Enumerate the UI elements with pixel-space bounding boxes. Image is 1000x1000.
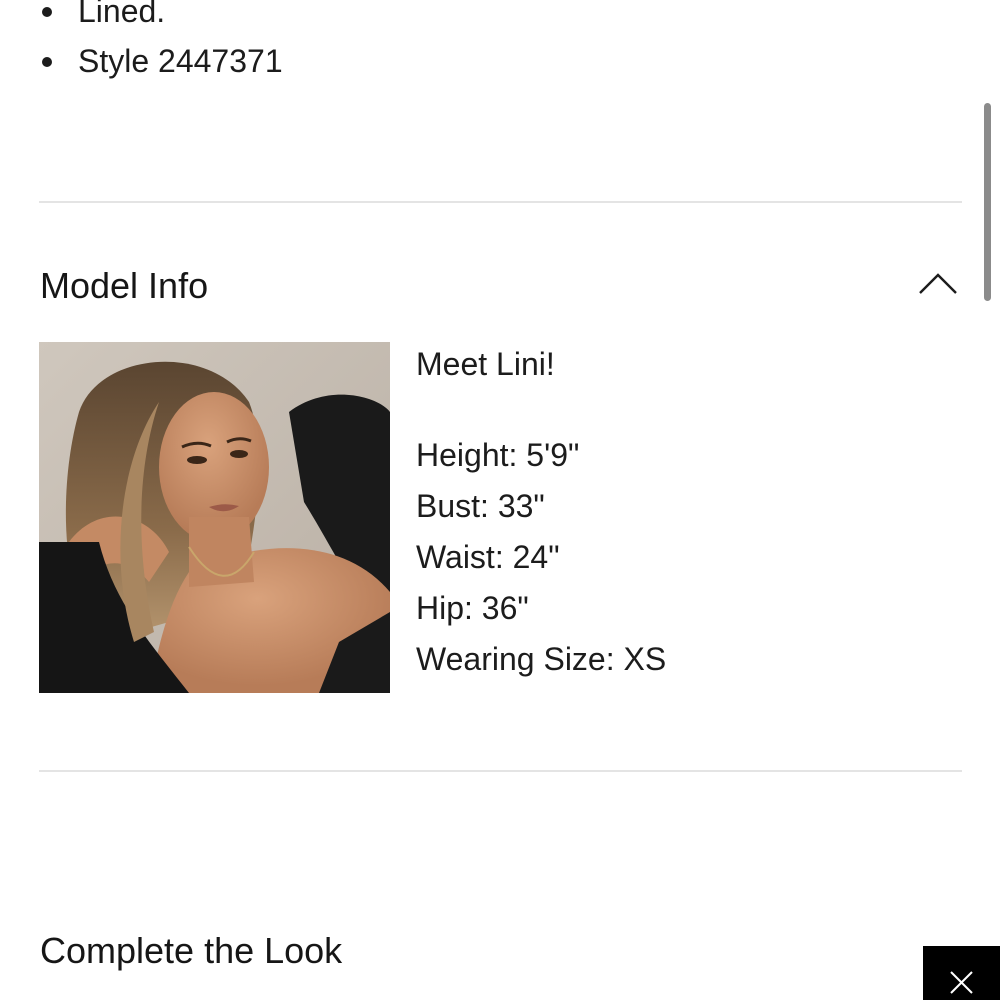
list-item: Style 2447371	[40, 36, 283, 86]
model-intro: Meet Lini!	[416, 346, 555, 382]
complete-the-look-title: Complete the Look	[40, 930, 343, 971]
model-stat-waist: Waist: 24"	[416, 539, 560, 575]
list-item: Lined.	[40, 0, 283, 36]
model-stat-size: Wearing Size: XS	[416, 641, 667, 677]
model-details: Meet Lini! Height: 5'9" Bust: 33" Waist:…	[416, 342, 956, 685]
model-photo	[39, 342, 390, 693]
scrollbar-thumb[interactable]	[984, 103, 991, 301]
close-icon	[950, 971, 973, 994]
model-stat-height: Height: 5'9"	[416, 437, 580, 473]
product-details-page: Lined. Style 2447371 Model Info Meet Lin…	[0, 0, 1000, 1000]
product-details-list: Lined. Style 2447371	[40, 0, 283, 86]
section-divider	[39, 770, 962, 772]
list-item-text: Lined.	[78, 0, 166, 29]
chevron-up-icon[interactable]	[918, 271, 958, 295]
bullet-icon	[42, 7, 52, 17]
model-stat-hip: Hip: 36"	[416, 590, 529, 626]
section-title: Model Info	[40, 265, 209, 306]
model-stat-bust: Bust: 33"	[416, 488, 545, 524]
model-info-header[interactable]: Model Info	[40, 263, 962, 309]
close-button[interactable]	[923, 946, 1000, 1000]
section-divider	[39, 201, 962, 203]
bullet-icon	[42, 57, 52, 67]
list-item-text: Style 2447371	[78, 43, 283, 79]
